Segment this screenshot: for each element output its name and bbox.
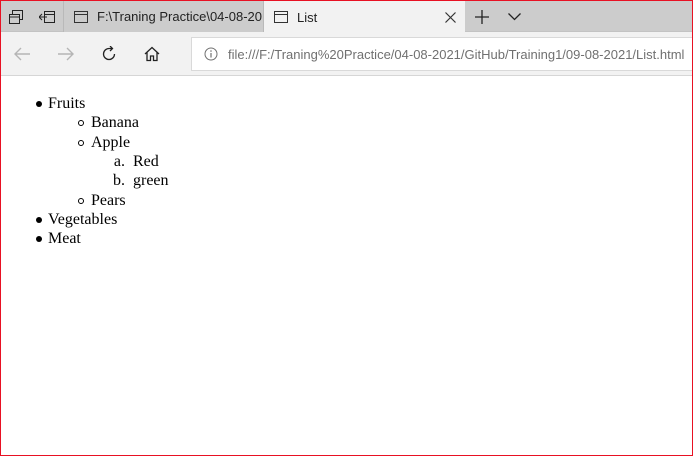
list-item-label: Fruits (48, 95, 86, 112)
close-icon[interactable] (435, 2, 465, 32)
address-bar[interactable]: file:///F:/Traning%20Practice/04-08-2021… (191, 37, 692, 71)
page-icon (274, 11, 288, 23)
list-item-label: green (133, 172, 169, 189)
list-item-label: Banana (91, 114, 139, 131)
bullet-circle (78, 140, 84, 146)
chevron-down-icon[interactable] (498, 1, 530, 32)
info-icon[interactable] (204, 47, 218, 61)
navigation-bar: file:///F:/Traning%20Practice/04-08-2021… (1, 32, 692, 76)
list-item-label: Red (133, 153, 159, 170)
bullet-circle (78, 198, 84, 204)
bullet-disc (36, 101, 42, 107)
page-icon (74, 10, 88, 23)
list-item-label: Meat (48, 230, 81, 247)
home-icon[interactable] (136, 38, 168, 70)
tab-title: F:\Traning Practice\04-08-20 (97, 9, 262, 24)
bullet-disc (36, 217, 42, 223)
tab-title: List (297, 9, 318, 25)
bullet-disc (36, 236, 42, 242)
ordered-marker: b. (113, 172, 125, 189)
list-item-label: Vegetables (48, 211, 118, 228)
ordered-marker: a. (113, 153, 125, 170)
list-item-label: Pears (91, 192, 126, 209)
forward-arrow-icon[interactable] (50, 38, 82, 70)
set-tabs-aside-icon[interactable] (32, 1, 62, 32)
plus-icon[interactable] (466, 1, 498, 32)
bullet-circle (78, 120, 84, 126)
url-text[interactable]: file:///F:/Traning%20Practice/04-08-2021… (228, 47, 684, 62)
tab-strip: F:\Traning Practice\04-08-20 List (1, 1, 692, 33)
browser-window: F:\Traning Practice\04-08-20 List file:/… (0, 0, 693, 456)
refresh-icon[interactable] (93, 38, 125, 70)
tab-manager-icon[interactable] (1, 1, 31, 32)
list-item-label: Apple (91, 134, 131, 151)
page-content: Fruits Banana Apple a. Red b. green Pear… (1, 77, 692, 455)
tab-list[interactable]: List (264, 1, 465, 33)
back-arrow-icon[interactable] (6, 38, 38, 70)
tab-file-explorer[interactable]: F:\Traning Practice\04-08-20 (63, 1, 264, 32)
